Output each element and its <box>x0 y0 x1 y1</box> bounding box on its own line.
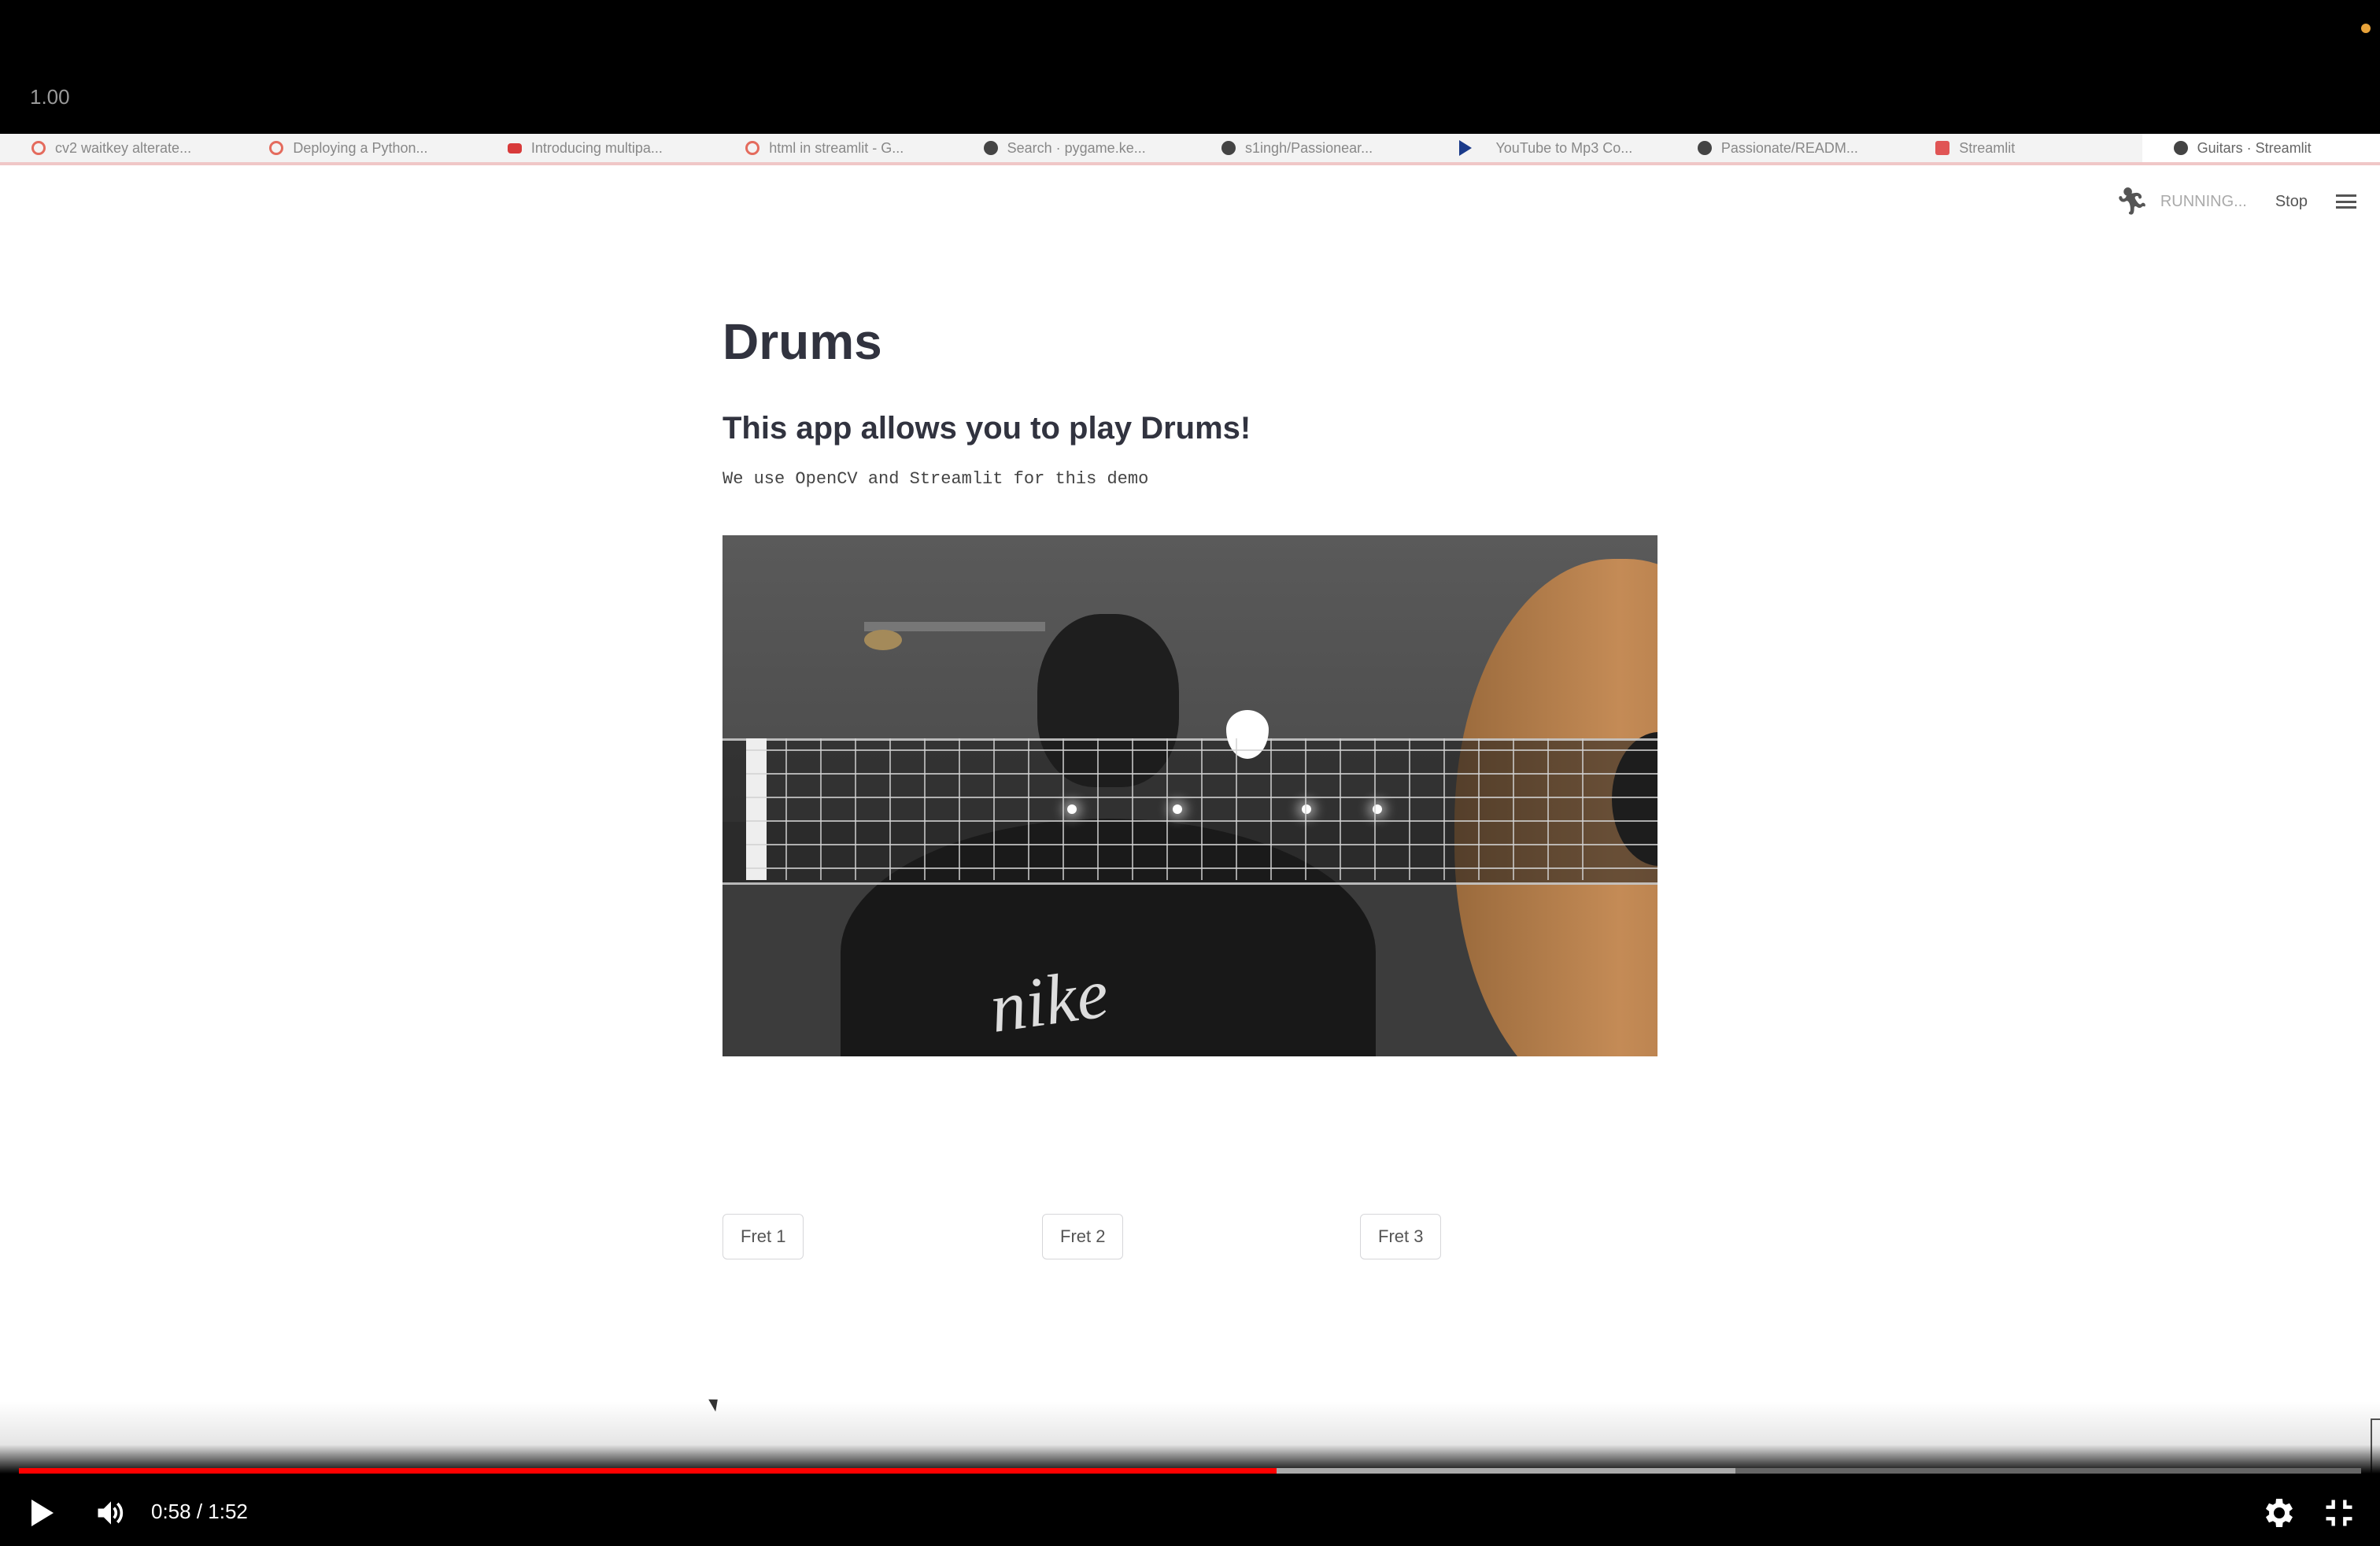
tab-label: html in streamlit - G... <box>769 139 904 156</box>
guitar-string <box>746 773 1658 775</box>
guitar-string <box>746 844 1658 845</box>
fret-line <box>1340 738 1341 880</box>
fret-line <box>855 738 856 880</box>
fret-line <box>1166 738 1168 880</box>
tab-label: Search · pygame.ke... <box>1007 139 1146 156</box>
cloud-icon <box>269 141 284 155</box>
github-icon <box>1221 141 1236 155</box>
volume-icon[interactable] <box>93 1496 129 1530</box>
fret-marker-dot <box>1173 804 1182 814</box>
time-display: 0:58 / 1:52 <box>151 1500 248 1523</box>
wall-shelf <box>864 622 1045 631</box>
fret-line <box>785 738 787 880</box>
video-frame: cv2 waitkey alterate... Deploying a Pyth… <box>0 134 2380 1546</box>
fret-line <box>1201 738 1203 880</box>
tab-label: Deploying a Python... <box>293 139 428 156</box>
fret-line <box>1443 738 1445 880</box>
fret-line <box>820 738 822 880</box>
browser-tab[interactable]: s1ingh/Passionear... <box>1190 134 1428 162</box>
fret-line <box>1478 738 1480 880</box>
fret-2-button[interactable]: Fret 2 <box>1042 1214 1124 1259</box>
streamlit-icon <box>1935 141 1950 155</box>
fret-line <box>1132 738 1133 880</box>
playback-speed: 1.00 <box>30 85 70 109</box>
fret-line <box>1547 738 1549 880</box>
tab-label: s1ingh/Passionear... <box>1245 139 1373 156</box>
running-status: 🏃︎ RUNNING... <box>2116 186 2247 217</box>
guitar-nut <box>746 738 767 880</box>
page-title: Drums <box>722 313 882 370</box>
hamburger-menu-icon[interactable] <box>2336 194 2356 209</box>
fret-line <box>1028 738 1029 880</box>
browser-tab[interactable]: cv2 waitkey alterate... <box>0 134 238 162</box>
fret-line <box>924 738 926 880</box>
guitar-string <box>746 749 1658 751</box>
browser-tab[interactable]: Search · pygame.ke... <box>952 134 1190 162</box>
browser-tab[interactable]: html in streamlit - G... <box>714 134 952 162</box>
tab-label: cv2 waitkey alterate... <box>55 139 192 156</box>
progress-played <box>19 1468 1277 1474</box>
stop-button[interactable]: Stop <box>2275 193 2308 211</box>
fret-marker-dot <box>1067 804 1077 814</box>
fret-1-button[interactable]: Fret 1 <box>722 1214 804 1259</box>
fret-line <box>959 738 960 880</box>
chrome-icon <box>31 141 46 155</box>
fret-line <box>1305 738 1306 880</box>
running-label: RUNNING... <box>2160 192 2247 210</box>
chrome-icon <box>745 141 760 155</box>
guitar-string <box>746 797 1658 798</box>
settings-gear-icon[interactable] <box>2259 1494 2297 1532</box>
shelf-object <box>864 630 902 650</box>
fret-marker-dot <box>1302 804 1311 814</box>
guitar-string <box>746 867 1658 869</box>
fret-line <box>1062 738 1064 880</box>
main-content: Drums This app allows you to play Drums!… <box>722 316 1659 489</box>
tab-label: Introducing multipa... <box>530 139 663 156</box>
running-man-icon: 🏃︎ <box>2115 187 2149 216</box>
streamlit-header: 🏃︎ RUNNING... Stop <box>2116 186 2356 217</box>
tab-label: YouTube to Mp3 Co... <box>1495 139 1633 156</box>
browser-tab[interactable]: YouTube to Mp3 Co... <box>1428 134 1665 162</box>
fret-line <box>1409 738 1410 880</box>
fretboard-overlay <box>722 738 1658 885</box>
exit-fullscreen-icon[interactable] <box>2322 1496 2356 1530</box>
github-icon <box>983 141 998 155</box>
fret-line <box>1236 738 1237 880</box>
status-dot <box>2361 24 2371 33</box>
tab-label: Streamlit <box>1959 139 2016 156</box>
fret-line <box>1374 738 1376 880</box>
tab-label: Passionate/READM... <box>1720 139 1858 156</box>
fret-buttons: Fret 1 Fret 2 Fret 3 <box>722 1214 1659 1261</box>
github-icon <box>2173 141 2188 155</box>
page-subtitle: This app allows you to play Drums! <box>722 411 1251 446</box>
shirt-logo: nike <box>985 954 1114 1048</box>
youtube-icon <box>507 142 522 153</box>
fret-line <box>1582 738 1584 880</box>
progress-bar[interactable] <box>19 1468 2361 1474</box>
github-icon <box>1697 141 1712 155</box>
browser-tab[interactable]: Passionate/READM... <box>1666 134 1904 162</box>
fret-3-button[interactable]: Fret 3 <box>1360 1214 1442 1259</box>
play-icon[interactable] <box>31 1500 54 1526</box>
top-black-bar: 1.00 <box>0 0 2380 134</box>
fret-line <box>1270 738 1272 880</box>
fret-line <box>993 738 995 880</box>
browser-tab-strip: cv2 waitkey alterate... Deploying a Pyth… <box>0 134 2380 165</box>
browser-tab[interactable]: Deploying a Python... <box>238 134 475 162</box>
fret-line <box>889 738 891 880</box>
fret-line <box>1513 738 1514 880</box>
description-text: We use OpenCV and Streamlit for this dem… <box>722 469 1149 489</box>
browser-tab-active[interactable]: Guitars · Streamlit <box>2142 134 2380 162</box>
fret-line <box>1097 738 1099 880</box>
browser-tab[interactable]: Introducing multipa... <box>476 134 714 162</box>
webcam-feed: nike <box>722 535 1658 1056</box>
tab-label: Guitars · Streamlit <box>2197 139 2312 156</box>
play-icon <box>1459 140 1486 156</box>
browser-tab[interactable]: Streamlit <box>1904 134 2142 162</box>
guitar-string <box>746 820 1658 822</box>
player-controls-bar <box>0 1401 2380 1546</box>
